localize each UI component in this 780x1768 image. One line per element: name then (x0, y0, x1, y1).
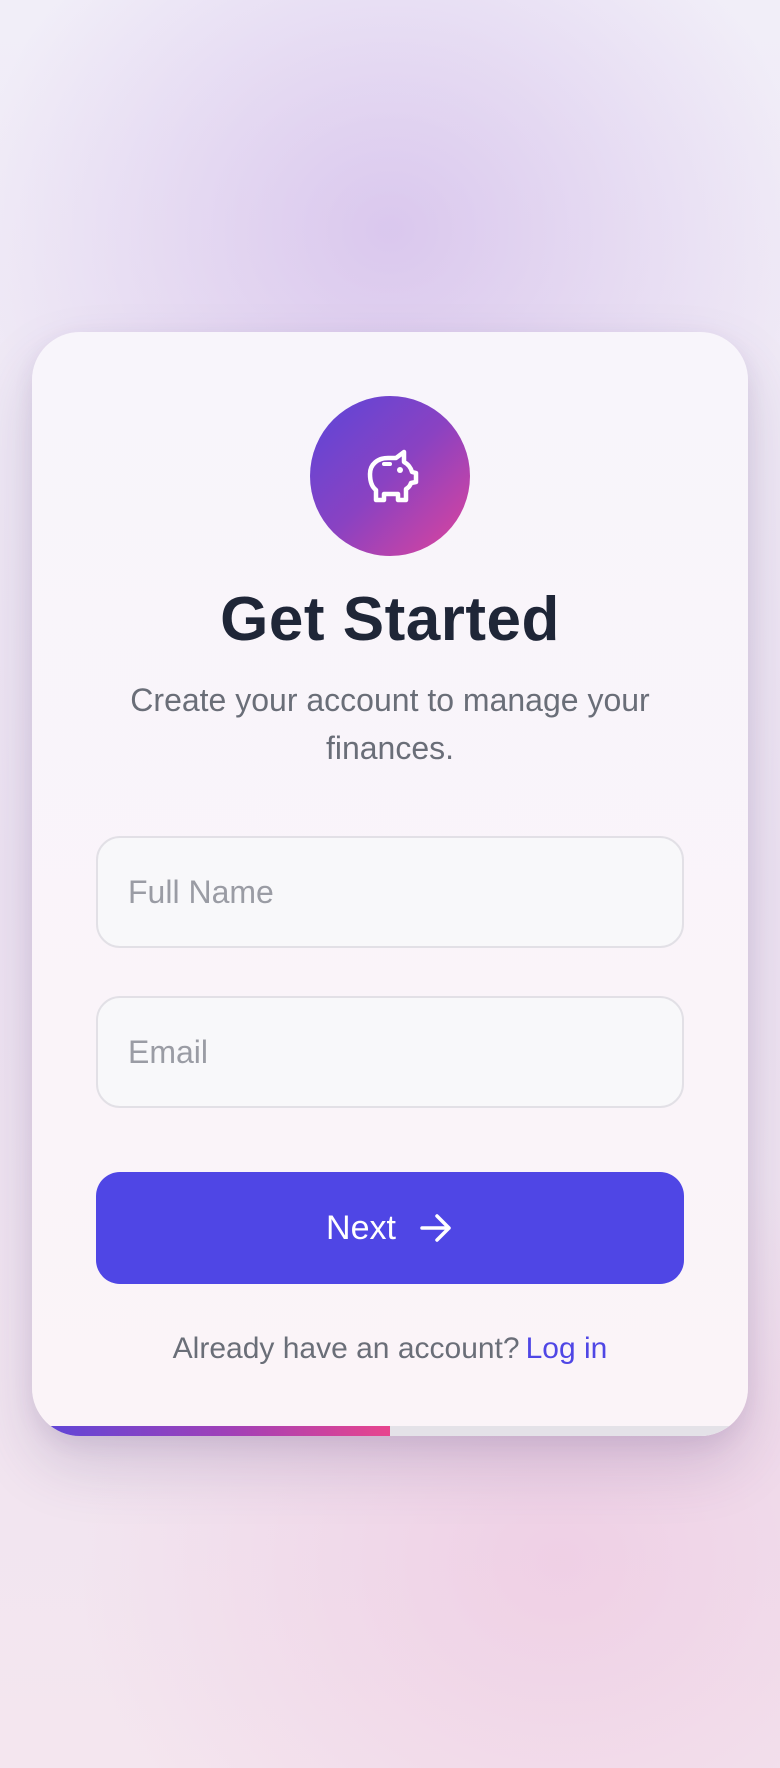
app-logo (310, 396, 470, 556)
login-prompt: Already have an account? Log in (32, 1332, 748, 1366)
signup-progress-fill (32, 1426, 390, 1436)
page-subtitle: Create your account to manage your finan… (130, 682, 650, 766)
signup-progress-bar (32, 1426, 748, 1436)
signup-card: Get Started Create your account to manag… (32, 332, 748, 1436)
page-title: Get Started (220, 585, 560, 654)
arrow-right-icon (420, 1214, 451, 1242)
email-input[interactable] (96, 996, 684, 1108)
login-prompt-text: Already have an account? (172, 1332, 520, 1365)
full-name-input[interactable] (96, 836, 684, 948)
login-link[interactable]: Log in (526, 1332, 608, 1365)
next-button[interactable]: Next (96, 1172, 684, 1284)
piggy-bank-icon (367, 449, 419, 503)
next-button-label: Next (326, 1208, 396, 1247)
